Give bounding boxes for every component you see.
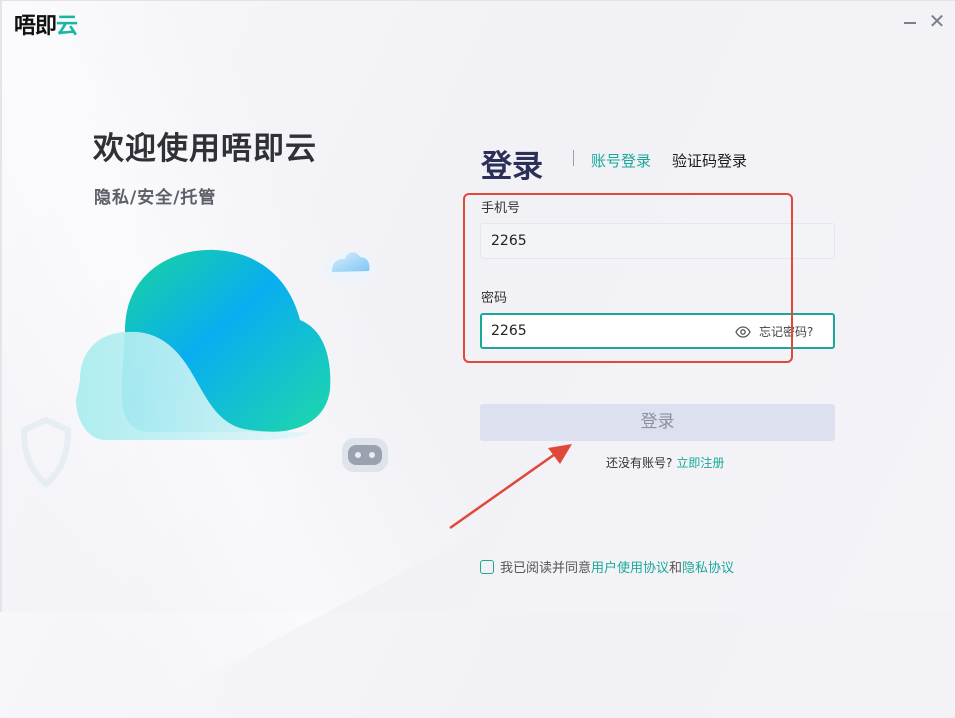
- tab-account-login[interactable]: 账号登录: [591, 150, 651, 171]
- no-account-text: 还没有账号?: [606, 456, 673, 470]
- register-prompt: 还没有账号? 立即注册: [606, 454, 724, 471]
- minimize-button[interactable]: [902, 14, 918, 30]
- register-link[interactable]: 立即注册: [676, 456, 724, 470]
- agreement-and: 和: [669, 561, 683, 576]
- annotation-highlight-box: [463, 193, 793, 363]
- close-icon: ✕: [928, 9, 946, 33]
- robot-icon: [342, 438, 388, 472]
- shield-icon: [20, 416, 72, 488]
- privacy-policy-link[interactable]: 隐私协议: [682, 561, 734, 576]
- app-logo: 唔即云: [14, 8, 78, 40]
- user-terms-link[interactable]: 用户使用协议: [591, 561, 669, 576]
- annotation-arrow-icon: [449, 444, 572, 530]
- main-cloud-icon: [76, 249, 331, 440]
- logo-accent-text: 云: [56, 14, 78, 39]
- cloud-illustration: [20, 249, 388, 488]
- tab-divider: [573, 150, 574, 166]
- top-border: [0, 0, 955, 1]
- login-submit-button[interactable]: 登录: [480, 404, 835, 441]
- small-cloud-icon: [324, 252, 376, 284]
- close-button[interactable]: ✕: [928, 9, 946, 33]
- agreement-checkbox[interactable]: [480, 560, 494, 574]
- tagline: 隐私/安全/托管: [94, 188, 217, 208]
- welcome-title: 欢迎使用唔即云: [93, 131, 317, 167]
- login-title: 登录: [481, 149, 543, 185]
- agreement-line: 我已阅读并同意用户使用协议和隐私协议: [480, 557, 734, 576]
- logo-text: 唔即: [14, 14, 57, 39]
- agreement-prefix: 我已阅读并同意: [500, 561, 592, 576]
- tab-code-login[interactable]: 验证码登录: [672, 150, 747, 171]
